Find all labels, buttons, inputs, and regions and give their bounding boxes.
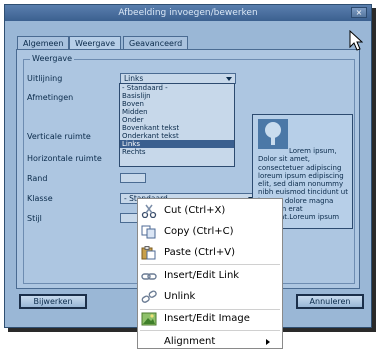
context-item-label: Copy (Ctrl+C) bbox=[164, 226, 234, 237]
menu-separator bbox=[140, 330, 280, 331]
uitlijning-value: Links bbox=[124, 74, 144, 83]
horizontale-ruimte-label: Horizontale ruimte bbox=[27, 154, 102, 163]
chevron-right-icon bbox=[266, 339, 270, 345]
klasse-label: Klasse bbox=[27, 194, 53, 203]
preview-image bbox=[258, 119, 288, 149]
rand-input[interactable] bbox=[120, 173, 146, 183]
uitlijning-dropdown-list[interactable]: - Standaard - Basislijn Boven Midden Ond… bbox=[119, 83, 235, 167]
verticale-ruimte-label: Verticale ruimte bbox=[27, 132, 91, 141]
context-item-insert-image[interactable]: Insert/Edit Image bbox=[138, 309, 282, 329]
context-item-cut[interactable]: Cut (Ctrl+X) bbox=[138, 201, 282, 221]
context-item-unlink[interactable]: Unlink bbox=[138, 287, 282, 307]
cancel-button[interactable]: Annuleren bbox=[296, 294, 364, 309]
context-item-insert-link[interactable]: Insert/Edit Link bbox=[138, 266, 282, 286]
tab-label: Weergave bbox=[75, 39, 116, 48]
dialog-title: Afbeelding invoegen/bewerken bbox=[118, 8, 258, 18]
dropdown-option[interactable]: Basislijn bbox=[120, 92, 234, 100]
scissors-icon bbox=[141, 204, 157, 218]
context-item-paste[interactable]: Paste (Ctrl+V) bbox=[138, 243, 282, 263]
rand-label: Rand bbox=[27, 174, 48, 183]
mouse-cursor-icon bbox=[349, 30, 363, 51]
dropdown-option[interactable]: - Standaard - bbox=[120, 84, 234, 92]
context-item-alignment[interactable]: Alignment bbox=[138, 332, 282, 352]
tab-geavanceerd[interactable]: Geavanceerd bbox=[123, 36, 189, 50]
tree-icon bbox=[258, 119, 288, 149]
tab-algemeen[interactable]: Algemeen bbox=[17, 36, 70, 50]
context-item-label: Insert/Edit Image bbox=[164, 313, 250, 324]
context-item-label: Alignment bbox=[164, 336, 216, 347]
afmetingen-label: Afmetingen bbox=[27, 93, 74, 102]
dropdown-option[interactable]: Boven bbox=[120, 100, 234, 108]
close-button[interactable]: × bbox=[351, 7, 367, 18]
context-item-copy[interactable]: Copy (Ctrl+C) bbox=[138, 222, 282, 242]
uitlijning-label: Uitlijning bbox=[27, 74, 63, 83]
link-icon bbox=[141, 273, 157, 280]
copy-icon bbox=[141, 225, 156, 239]
dialog-titlebar[interactable]: Afbeelding invoegen/bewerken × bbox=[5, 5, 371, 21]
dropdown-option-selected[interactable]: Links bbox=[120, 140, 234, 148]
close-icon: × bbox=[355, 8, 363, 17]
fieldset-legend: Weergave bbox=[30, 54, 75, 63]
context-menu: Cut (Ctrl+X) Copy (Ctrl+C) Paste (Ctrl+V… bbox=[137, 198, 283, 349]
context-item-label: Unlink bbox=[164, 291, 196, 302]
tab-label: Algemeen bbox=[23, 39, 64, 48]
dropdown-option[interactable]: Bovenkant tekst bbox=[120, 124, 234, 132]
tab-label: Geavanceerd bbox=[129, 39, 183, 48]
image-icon bbox=[141, 312, 157, 326]
unlink-icon bbox=[141, 290, 157, 303]
dropdown-option[interactable]: Midden bbox=[120, 108, 234, 116]
context-item-label: Insert/Edit Link bbox=[164, 270, 240, 281]
dropdown-option[interactable]: Rechts bbox=[120, 148, 234, 156]
paste-icon bbox=[141, 246, 156, 260]
context-item-label: Cut (Ctrl+X) bbox=[164, 205, 226, 216]
dropdown-option[interactable]: Onder bbox=[120, 116, 234, 124]
update-button[interactable]: Bijwerken bbox=[19, 294, 87, 309]
stijl-label: Stijl bbox=[27, 214, 42, 223]
chevron-down-icon bbox=[226, 77, 232, 81]
menu-separator bbox=[140, 264, 280, 265]
context-item-label: Paste (Ctrl+V) bbox=[164, 247, 235, 258]
dropdown-option[interactable]: Onderkant tekst bbox=[120, 132, 234, 140]
